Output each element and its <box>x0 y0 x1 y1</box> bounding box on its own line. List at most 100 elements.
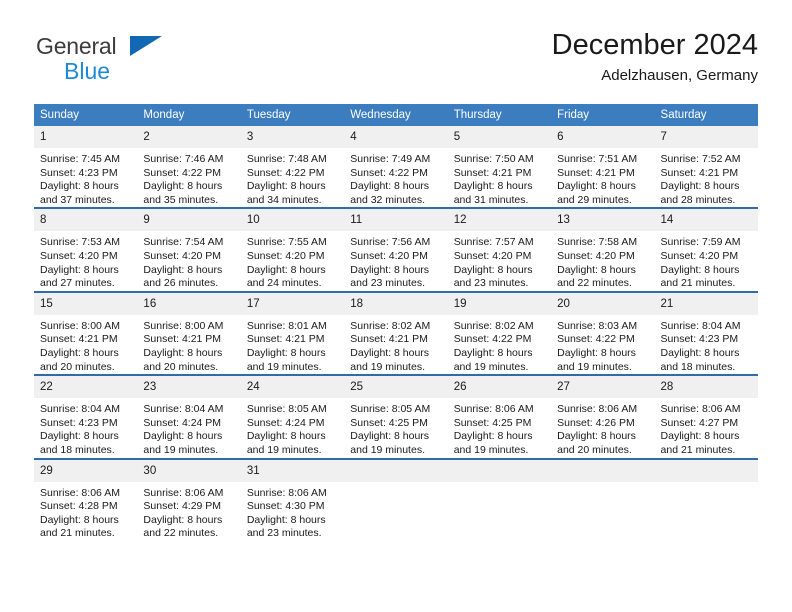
day-details: Sunrise: 8:05 AM Sunset: 4:25 PM Daylight:… <box>344 398 447 457</box>
calendar-day-cell[interactable]: 17 Sunrise: 8:01 AM Sunset: 4:21 PM Dayligh… <box>240 290 345 376</box>
day-number: 4 <box>344 126 448 148</box>
day-details: Sunrise: 7:48 AM Sunset: 4:22 PM Daylight:… <box>241 148 344 207</box>
calendar-day-cell[interactable]: 8 Sunrise: 7:53 AM Sunset: 4:20 PM Daylight… <box>34 207 138 292</box>
day-number: 16 <box>137 292 241 315</box>
sunrise-text: Sunrise: 8:01 AM <box>246 319 327 332</box>
calendar-day-cell[interactable]: 24 Sunrise: 8:05 AM Sunset: 4:24 PM Dayligh… <box>240 374 345 459</box>
day-number: 15 <box>34 292 138 315</box>
daylight-text-line1: Daylight: 8 hours <box>40 430 119 443</box>
calendar-day-cell[interactable]: 11 Sunrise: 7:56 AM Sunset: 4:20 PM Dayligh… <box>344 207 448 292</box>
day-details: Sunrise: 8:06 AM Sunset: 4:28 PM Daylight:… <box>34 482 137 541</box>
sunrise-text: Sunrise: 7:58 AM <box>557 236 638 249</box>
calendar-day-cell[interactable]: 18 Sunrise: 8:02 AM Sunset: 4:21 PM Dayligh… <box>344 290 448 376</box>
calendar-day-cell[interactable]: 15 Sunrise: 8:00 AM Sunset: 4:21 PM Dayligh… <box>34 290 138 376</box>
calendar-day-cell[interactable]: 14 Sunrise: 7:59 AM Sunset: 4:20 PM Dayligh… <box>654 207 758 292</box>
calendar-day-cell[interactable]: 31 Sunrise: 8:06 AM Sunset: 4:30 PM Dayligh… <box>240 457 345 541</box>
sunrise-text: Sunrise: 7:51 AM <box>557 153 638 165</box>
calendar-day-cell[interactable]: 9 Sunrise: 7:54 AM Sunset: 4:20 PM Daylight… <box>137 207 241 292</box>
calendar-day-cell[interactable]: 19 Sunrise: 8:02 AM Sunset: 4:22 PM Dayligh… <box>447 290 552 376</box>
calendar-day-cell[interactable]: 23 Sunrise: 8:04 AM Sunset: 4:24 PM Dayligh… <box>137 374 241 459</box>
sunrise-text: Sunrise: 7:55 AM <box>246 236 327 249</box>
day-details <box>655 482 758 487</box>
calendar-day-cell[interactable]: 29 Sunrise: 8:06 AM Sunset: 4:28 PM Dayligh… <box>34 457 138 541</box>
calendar-day-cell[interactable]: 5 Sunrise: 7:50 AM Sunset: 4:21 PM Daylight… <box>447 126 552 208</box>
day-details: Sunrise: 7:59 AM Sunset: 4:20 PM Daylight:… <box>655 231 758 290</box>
day-details: Sunrise: 7:53 AM Sunset: 4:20 PM Daylight:… <box>34 231 137 290</box>
day-number: 11 <box>344 209 448 232</box>
calendar-day-cell[interactable]: 1 Sunrise: 7:45 AM Sunset: 4:23 PM Daylight… <box>34 126 138 208</box>
calendar-day-cell[interactable]: 2 Sunrise: 7:46 AM Sunset: 4:22 PM Daylight… <box>137 126 241 208</box>
day-details: Sunrise: 8:06 AM Sunset: 4:30 PM Daylight:… <box>241 482 344 541</box>
day-number: 8 <box>34 209 138 232</box>
sunset-text: Sunset: 4:21 PM <box>143 333 222 346</box>
calendar-day-cell[interactable]: 25 Sunrise: 8:05 AM Sunset: 4:25 PM Dayligh… <box>344 374 448 459</box>
day-details: Sunrise: 8:06 AM Sunset: 4:29 PM Daylight:… <box>137 482 240 541</box>
calendar-day-cell[interactable]: 7 Sunrise: 7:52 AM Sunset: 4:21 PM Daylight… <box>654 126 758 208</box>
calendar-day-cell[interactable]: 13 Sunrise: 7:58 AM Sunset: 4:20 PM Dayligh… <box>551 207 655 292</box>
daylight-text-line1: Daylight: 8 hours <box>143 430 223 443</box>
calendar-day-cell[interactable]: 20 Sunrise: 8:03 AM Sunset: 4:22 PM Dayligh… <box>551 290 655 376</box>
weekday-header-thursday: Thursday <box>447 104 552 126</box>
sunrise-text: Sunrise: 7:56 AM <box>350 236 431 249</box>
sunset-text: Sunset: 4:22 PM <box>246 166 325 179</box>
calendar-day-cell[interactable]: 30 Sunrise: 8:06 AM Sunset: 4:29 PM Dayligh… <box>137 457 241 541</box>
day-number: 31 <box>240 459 345 482</box>
sunset-text: Sunset: 4:27 PM <box>660 416 739 429</box>
sunrise-text: Sunrise: 8:03 AM <box>557 319 638 332</box>
day-number: 13 <box>551 209 655 232</box>
day-details: Sunrise: 7:49 AM Sunset: 4:22 PM Daylight:… <box>344 148 447 207</box>
calendar-day-cell[interactable]: 21 Sunrise: 8:04 AM Sunset: 4:23 PM Dayligh… <box>654 290 758 376</box>
daylight-text-line2: and 23 minutes. <box>246 527 322 540</box>
daylight-text-line2: and 19 minutes. <box>453 360 529 373</box>
daylight-text-line1: Daylight: 8 hours <box>246 346 326 359</box>
daylight-text-line1: Daylight: 8 hours <box>350 346 430 359</box>
daylight-text-line2: and 20 minutes. <box>40 360 115 373</box>
weekday-header-monday: Monday <box>137 104 241 126</box>
sunrise-text: Sunrise: 8:05 AM <box>246 403 327 416</box>
daylight-text-line2: and 19 minutes. <box>557 360 632 373</box>
day-number: 9 <box>137 209 241 232</box>
general-blue-logo[interactable]: General Blue <box>36 33 276 89</box>
daylight-text-line1: Daylight: 8 hours <box>143 346 223 359</box>
daylight-text-line1: Daylight: 8 hours <box>660 263 740 276</box>
calendar-day-cell[interactable]: 28 Sunrise: 8:06 AM Sunset: 4:27 PM Dayligh… <box>654 374 758 459</box>
daylight-text-line1: Daylight: 8 hours <box>40 180 119 193</box>
calendar-day-cell[interactable]: 16 Sunrise: 8:00 AM Sunset: 4:21 PM Dayligh… <box>137 290 241 376</box>
sunset-text: Sunset: 4:23 PM <box>40 416 118 429</box>
day-details: Sunrise: 8:00 AM Sunset: 4:21 PM Daylight:… <box>34 315 137 374</box>
day-details: Sunrise: 8:04 AM Sunset: 4:24 PM Daylight:… <box>137 398 240 457</box>
brand-name-blue: Blue <box>64 58 111 84</box>
day-details: Sunrise: 7:52 AM Sunset: 4:21 PM Daylight:… <box>655 148 758 207</box>
day-details <box>551 482 654 487</box>
daylight-text-line1: Daylight: 8 hours <box>40 346 119 359</box>
triangle-logo-icon <box>130 36 162 56</box>
day-details: Sunrise: 8:06 AM Sunset: 4:27 PM Daylight:… <box>655 398 758 457</box>
daylight-text-line1: Daylight: 8 hours <box>350 180 430 193</box>
calendar-day-cell[interactable]: 10 Sunrise: 7:55 AM Sunset: 4:20 PM Dayligh… <box>240 207 345 292</box>
sunset-text: Sunset: 4:22 PM <box>557 333 635 346</box>
day-details: Sunrise: 7:55 AM Sunset: 4:20 PM Daylight:… <box>241 231 344 290</box>
calendar-day-cell[interactable]: 27 Sunrise: 8:06 AM Sunset: 4:26 PM Dayligh… <box>551 374 655 459</box>
sunrise-text: Sunrise: 7:57 AM <box>453 236 534 249</box>
calendar-day-cell[interactable]: 12 Sunrise: 7:57 AM Sunset: 4:20 PM Dayligh… <box>447 207 552 292</box>
day-number: 3 <box>240 126 345 148</box>
sunrise-sunset-calendar-table: Sunday Monday Tuesday Wednesday Thursday… <box>34 104 758 541</box>
daylight-text-line2: and 28 minutes. <box>660 193 736 206</box>
daylight-text-line1: Daylight: 8 hours <box>557 263 636 276</box>
calendar-day-cell[interactable]: 22 Sunrise: 8:04 AM Sunset: 4:23 PM Dayligh… <box>34 374 138 459</box>
sunrise-text: Sunrise: 8:00 AM <box>143 319 224 332</box>
calendar-body: 1 Sunrise: 7:45 AM Sunset: 4:23 PM Daylight… <box>34 126 758 541</box>
day-number <box>654 459 758 482</box>
calendar-day-cell-empty <box>344 457 448 541</box>
calendar-week-row: 22 Sunrise: 8:04 AM Sunset: 4:23 PM Dayligh… <box>34 374 758 459</box>
sunset-text: Sunset: 4:20 PM <box>453 249 532 262</box>
calendar-day-cell[interactable]: 6 Sunrise: 7:51 AM Sunset: 4:21 PM Daylight… <box>551 126 655 208</box>
calendar-day-cell[interactable]: 3 Sunrise: 7:48 AM Sunset: 4:22 PM Daylight… <box>240 126 345 208</box>
daylight-text-line2: and 34 minutes. <box>246 193 322 206</box>
day-details: Sunrise: 8:04 AM Sunset: 4:23 PM Daylight:… <box>655 315 758 374</box>
sunset-text: Sunset: 4:20 PM <box>40 249 118 262</box>
calendar-day-cell[interactable]: 4 Sunrise: 7:49 AM Sunset: 4:22 PM Daylight… <box>344 126 448 208</box>
calendar-day-cell[interactable]: 26 Sunrise: 8:06 AM Sunset: 4:25 PM Dayligh… <box>447 374 552 459</box>
daylight-text-line2: and 22 minutes. <box>557 277 632 290</box>
sunrise-text: Sunrise: 8:06 AM <box>660 403 741 416</box>
